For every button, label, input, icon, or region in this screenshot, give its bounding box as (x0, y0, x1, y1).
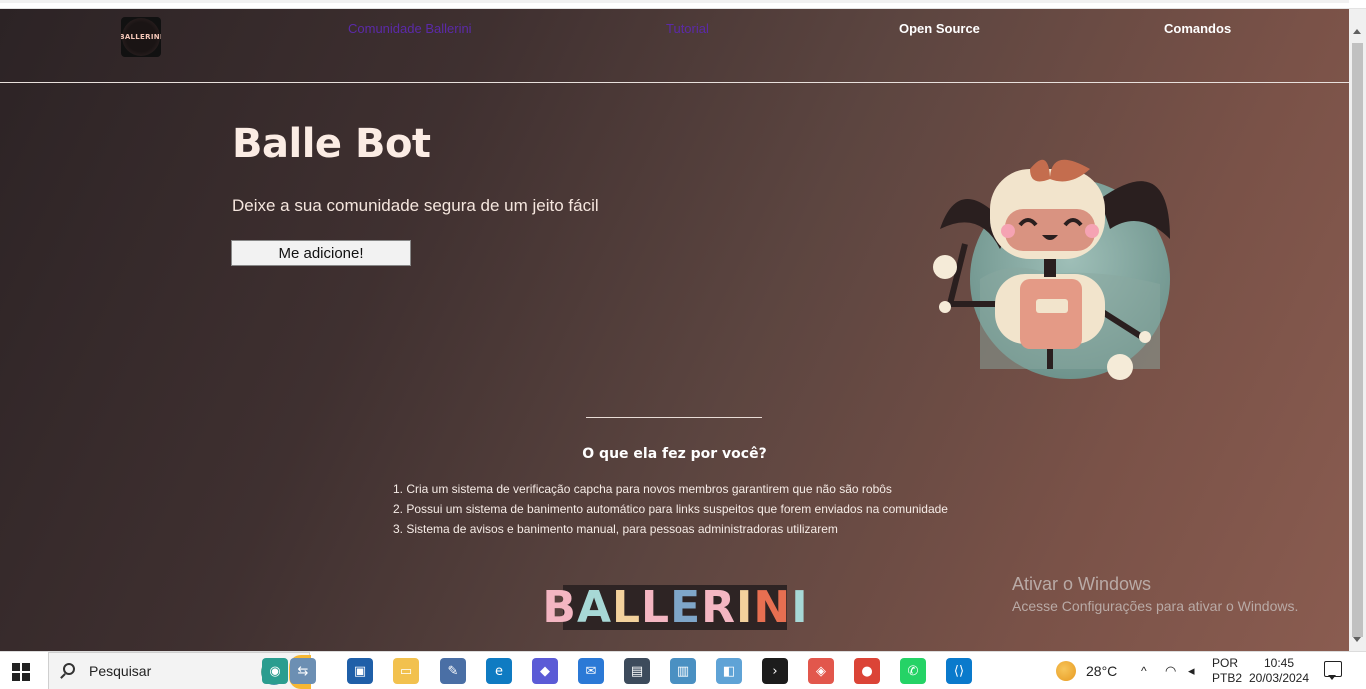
robot-hand-right (1107, 354, 1133, 380)
search-icon (63, 663, 75, 675)
features-title: O que ela fez por você? (582, 446, 767, 462)
chrome-icon[interactable]: ◈ (808, 658, 834, 684)
robot-cheek (1001, 224, 1015, 238)
nav-link-tutorial[interactable]: Tutorial (666, 21, 709, 36)
feature-item: 3. Sistema de avisos e banimento manual,… (393, 522, 838, 536)
brand-letter: B (542, 582, 576, 633)
top-nav: BALLERINI Comunidade Ballerini Tutorial … (0, 9, 1349, 83)
logo[interactable]: BALLERINI (121, 17, 161, 57)
active-app-icon[interactable]: ⟨⟩ (946, 658, 972, 684)
language-code: POR (1212, 656, 1239, 670)
brand-wordmark: BALLERINI (542, 582, 808, 633)
git-icon[interactable]: › (762, 658, 788, 684)
page: BALLERINI Comunidade Ballerini Tutorial … (0, 9, 1349, 651)
network-monitor-icon[interactable]: ▤ (624, 658, 650, 684)
logo-text: BALLERINI (121, 33, 161, 41)
temperature[interactable]: 28°C (1086, 663, 1117, 679)
brand-letter: L (641, 582, 670, 633)
windows-start-icon[interactable] (12, 663, 30, 681)
robot-chest-panel (1036, 299, 1068, 313)
robot-joint (1139, 331, 1151, 343)
robot-joint (939, 301, 951, 313)
nav-link-open-source[interactable]: Open Source (899, 21, 980, 36)
notification-center-icon[interactable] (1324, 661, 1342, 680)
nav-link-comandos[interactable]: Comandos (1164, 21, 1231, 36)
widgets-icon[interactable]: ◉ (262, 658, 288, 684)
clock-date: 20/03/2024 (1248, 671, 1310, 685)
weather-icon[interactable] (1056, 661, 1076, 681)
network-icon[interactable]: ◠ (1165, 663, 1176, 679)
show-hidden-icons-chevron-icon[interactable]: ^ (1141, 664, 1147, 678)
nav-link-comunidade[interactable]: Comunidade Ballerini (348, 21, 472, 36)
features-list: 1. Cria um sistema de verificação capcha… (393, 481, 948, 541)
logo-badge: BALLERINI (121, 18, 161, 56)
clock[interactable]: 10:45 20/03/2024 (1246, 656, 1312, 686)
activation-message: Acesse Configurações para ativar o Windo… (1012, 598, 1299, 614)
brand-letter: R (701, 582, 736, 633)
paint-icon[interactable]: ▥ (670, 658, 696, 684)
hero-title: Balle Bot (232, 121, 431, 167)
page-scrollbar[interactable] (1349, 9, 1366, 651)
brand-letter: L (612, 582, 641, 633)
whatsapp-icon[interactable]: ● (854, 658, 880, 684)
terminal-icon[interactable]: ◧ (716, 658, 742, 684)
vscode-icon[interactable]: ✆ (900, 658, 926, 684)
robot-face (1005, 209, 1095, 251)
browser-top-strip (0, 0, 1366, 9)
brand-letter: I (791, 582, 808, 633)
robot-chest (1020, 279, 1082, 349)
windows-taskbar: Pesquisar ◉ ⇆ ▣ ▭ ✎ e ◆ ✉ ▤ ▥ ◧ › ◈ ● ✆ ⟨⟩ 28°C ^ ◠ ◂ P… (0, 651, 1366, 689)
feature-item: 2. Possui um sistema de banimento automá… (393, 502, 948, 516)
scrollbar-thumb[interactable] (1352, 43, 1363, 637)
brand-letter: N (753, 582, 791, 633)
scroll-up-arrow-icon[interactable] (1353, 29, 1361, 34)
scroll-down-arrow-icon[interactable] (1353, 637, 1361, 642)
taskview-icon[interactable]: ⇆ (290, 658, 316, 684)
activation-title: Ativar o Windows (1012, 574, 1152, 594)
search-placeholder: Pesquisar (89, 663, 152, 679)
mail-icon[interactable]: ◆ (532, 658, 558, 684)
language-indicator[interactable]: POR PTB2 (1212, 656, 1242, 686)
volume-icon[interactable]: ◂ (1188, 663, 1195, 679)
hero-subtitle: Deixe a sua comunidade segura de um jeit… (232, 196, 599, 215)
brand-letter: E (670, 582, 701, 633)
robot-hand-left (933, 255, 957, 279)
edge-icon[interactable]: ✎ (440, 658, 466, 684)
copilot-icon[interactable]: e (486, 658, 512, 684)
brand-letter: I (736, 582, 753, 633)
feature-item: 1. Cria um sistema de verificação capcha… (393, 482, 892, 496)
windows-activation-watermark: Ativar o Windows Acesse Configurações pa… (1012, 574, 1298, 614)
explorer-icon[interactable]: ▣ (347, 658, 373, 684)
clock-time: 10:45 (1263, 656, 1295, 670)
add-bot-button[interactable]: Me adicione! (231, 240, 411, 266)
robot-cheek (1085, 224, 1099, 238)
robot-illustration (933, 159, 1170, 380)
brand-letter: A (576, 582, 611, 633)
notepad-icon[interactable]: ▭ (393, 658, 419, 684)
browser-progress-bar (0, 0, 1349, 3)
remote-desktop-icon[interactable]: ✉ (578, 658, 604, 684)
keyboard-layout: PTB2 (1212, 671, 1243, 685)
section-divider (586, 417, 762, 418)
